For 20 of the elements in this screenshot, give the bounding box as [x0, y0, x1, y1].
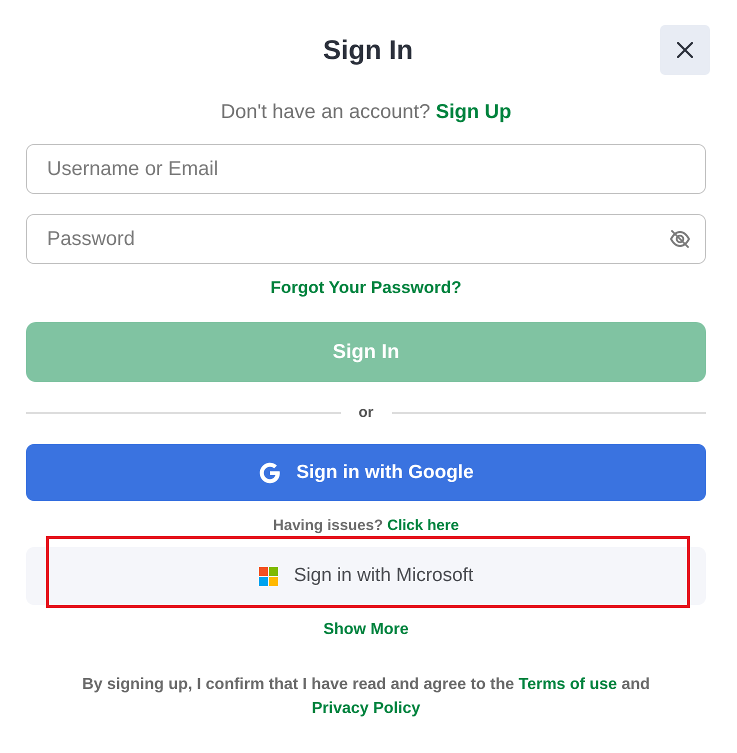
- letter-g-icon: [258, 460, 282, 484]
- signup-prompt: Don't have an account? Sign Up: [220, 100, 512, 124]
- show-more-link[interactable]: Show More: [323, 620, 409, 640]
- signup-link[interactable]: Sign Up: [436, 101, 512, 123]
- close-button[interactable]: [660, 25, 710, 75]
- divider-label: or: [358, 403, 374, 423]
- close-icon: [676, 41, 694, 59]
- legal-notice: By signing up, I confirm that I have read and agree to the Terms of use and Privacy Policy: [81, 675, 651, 719]
- password-field[interactable]: Password: [26, 214, 706, 264]
- four-squares-logo-icon: [258, 566, 278, 586]
- click-here-link[interactable]: Click here: [387, 517, 459, 534]
- microsoft-sign-in-button[interactable]: Sign in with Microsoft: [26, 547, 706, 605]
- terms-link[interactable]: Terms of use: [518, 676, 618, 693]
- forgot-password-link[interactable]: Forgot Your Password?: [270, 278, 462, 298]
- privacy-link[interactable]: Privacy Policy: [312, 700, 420, 717]
- google-sign-in-button[interactable]: Sign in with Google: [26, 444, 706, 501]
- dialog-title: Sign In: [323, 34, 413, 67]
- username-field[interactable]: Username or Email: [26, 144, 706, 194]
- help-prompt: Having issues? Click here: [273, 516, 459, 536]
- eye-slash-icon[interactable]: [669, 229, 691, 249]
